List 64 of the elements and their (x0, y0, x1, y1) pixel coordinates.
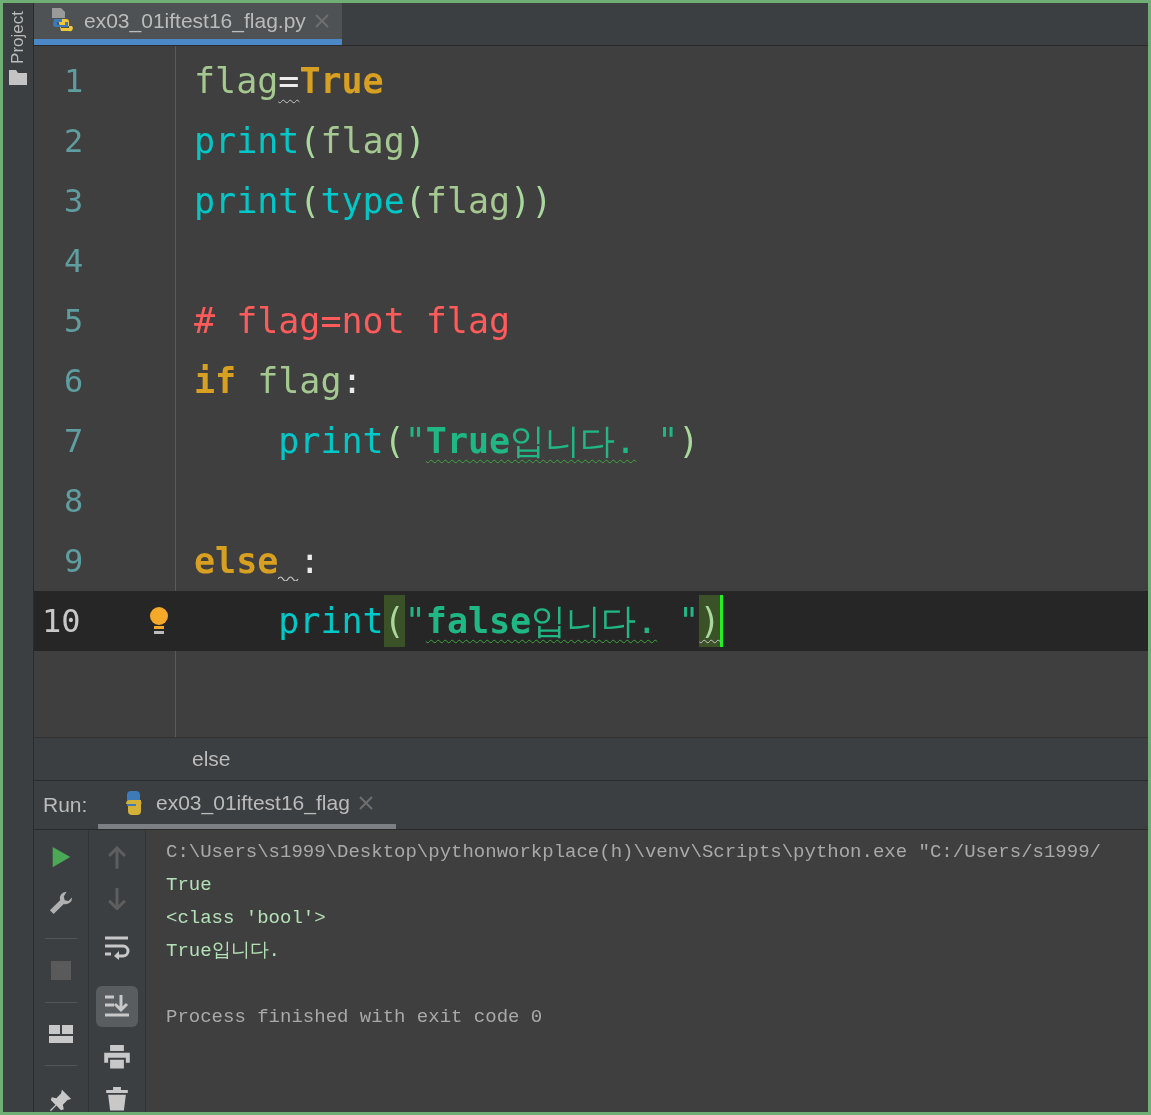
code-token: print (194, 179, 300, 223)
code-token: flag (320, 119, 405, 163)
lightbulb-icon[interactable] (148, 606, 170, 636)
console-line: <class 'bool'> (166, 906, 327, 931)
scroll-to-end-icon (104, 994, 130, 1019)
code-token: type (320, 179, 405, 223)
scroll-to-end-toggle[interactable] (96, 985, 138, 1027)
run-label: Run: (42, 792, 89, 819)
code-token: flag (256, 359, 342, 403)
code-token: print (277, 419, 384, 463)
console-line: True입니다. (166, 939, 281, 964)
folder-icon (8, 67, 28, 86)
stop-icon (51, 961, 71, 980)
pin-icon[interactable] (48, 1087, 74, 1112)
code-token: flag (425, 179, 511, 223)
code-token: ( (299, 119, 321, 163)
line-number: 9 (63, 541, 85, 582)
code-token: True입니다. (425, 419, 637, 463)
console-line: C:\Users\s1999\Desktop\pythonworkplace(h)\venv\Scripts\python.exe "C:/Users/s1999/ (166, 840, 1102, 865)
code-token: " (656, 419, 679, 463)
code-token: : (299, 539, 321, 583)
line-number: 8 (63, 481, 85, 522)
code-token: ( (383, 594, 405, 648)
code-token: false입니다. (425, 599, 658, 643)
code-token: ( (299, 179, 321, 223)
code-token: " (677, 599, 700, 643)
code-token: ) (404, 119, 426, 163)
editor-tab[interactable]: ex03_01iftest16_flag.py (34, 3, 342, 45)
line-number: 6 (63, 361, 85, 402)
line-number: 5 (63, 301, 85, 342)
wrench-icon[interactable] (47, 890, 75, 917)
print-icon[interactable] (103, 1043, 131, 1070)
code-token: flag (194, 59, 279, 103)
run-icon[interactable] (50, 846, 72, 869)
soft-wrap-icon (104, 934, 130, 961)
code-token: ) (699, 594, 724, 648)
console-line: Process finished with exit code 0 (166, 1005, 544, 1030)
line-number: 3 (63, 181, 85, 222)
code-token: " (404, 419, 426, 463)
code-token: = (278, 59, 300, 103)
breadcrumb[interactable]: else (192, 743, 231, 775)
layout-icon[interactable] (49, 1024, 73, 1043)
line-number: 10 (41, 601, 82, 642)
code-token: # flag=not flag (194, 299, 511, 343)
code-token: ( (383, 419, 405, 463)
project-tool-tab[interactable]: Project (5, 11, 31, 64)
code-token: else (194, 539, 279, 583)
code-token: " (404, 599, 426, 643)
code-token: : (341, 359, 363, 403)
down-arrow-icon (107, 886, 127, 911)
line-number: 4 (63, 241, 85, 282)
code-token: print (277, 599, 384, 643)
code-token: )) (510, 179, 553, 223)
trash-icon[interactable] (105, 1086, 129, 1112)
up-arrow-icon (107, 846, 127, 870)
code-token: ) (678, 419, 700, 463)
line-number: 2 (63, 121, 85, 162)
code-token: ( (404, 179, 426, 223)
code-token: if (194, 359, 237, 403)
console-line: True (166, 873, 213, 898)
line-number: 7 (63, 421, 85, 462)
code-token: print (194, 119, 300, 163)
line-number: 1 (63, 61, 85, 102)
code-token: True (299, 59, 384, 103)
